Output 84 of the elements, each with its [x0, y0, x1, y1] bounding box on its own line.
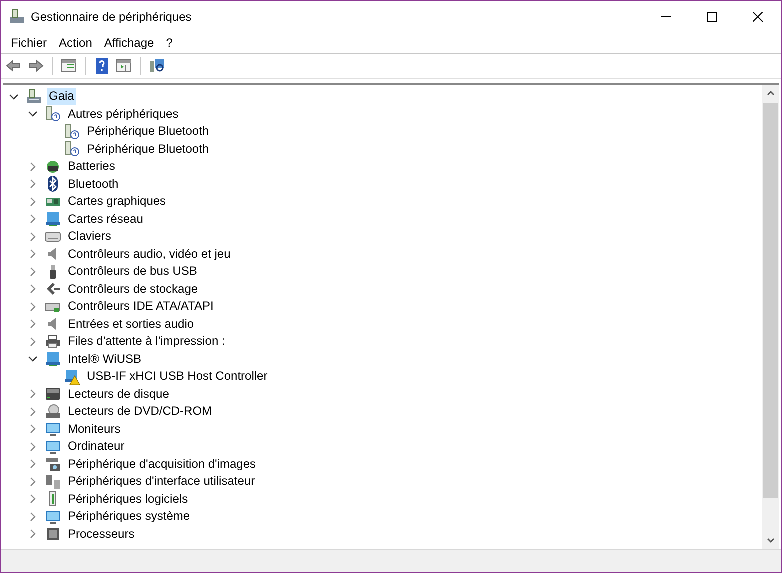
scan-hardware-icon[interactable]	[148, 57, 166, 75]
forward-arrow-icon[interactable]	[27, 57, 45, 75]
menu-item[interactable]: Action	[53, 34, 98, 52]
tree-item[interactable]: Cartes graphiques	[66, 193, 168, 210]
chevron-right-icon[interactable]	[28, 476, 38, 487]
printer-icon	[45, 334, 61, 350]
chevron-right-icon[interactable]	[28, 512, 38, 522]
tree-item[interactable]: Contrôleurs IDE ATA/ATAPI	[66, 298, 216, 316]
tree-item[interactable]: Bluetooth	[66, 176, 121, 193]
network-adapter-icon	[45, 351, 61, 368]
chevron-right-icon[interactable]	[28, 459, 38, 470]
back-arrow-icon[interactable]	[5, 57, 23, 75]
tree-item[interactable]: Intel® WiUSB	[66, 350, 144, 368]
processor-icon	[45, 526, 61, 542]
tree-item[interactable]: Contrôleurs audio, vidéo et jeu	[66, 246, 233, 263]
chevron-right-icon[interactable]	[28, 232, 38, 242]
tree-item[interactable]: Gaia	[47, 88, 76, 106]
computer-icon	[26, 88, 42, 105]
monitor-icon	[45, 421, 61, 438]
dvd-drive-icon	[45, 404, 61, 420]
chevron-right-icon[interactable]	[28, 442, 38, 452]
chevron-right-icon[interactable]	[28, 249, 38, 260]
tree-item[interactable]: Entrées et sorties audio	[66, 316, 196, 333]
chevron-right-icon[interactable]	[28, 406, 38, 417]
tree-item[interactable]: Périphériques système	[66, 508, 192, 526]
window-title: Gestionnaire de périphériques	[31, 10, 192, 24]
chevron-right-icon[interactable]	[28, 179, 38, 190]
disk-drive-icon	[45, 386, 61, 402]
tree-item[interactable]: Moniteurs	[66, 420, 123, 438]
chevron-right-icon[interactable]	[28, 389, 38, 400]
tree-item[interactable]: Contrôleurs de bus USB	[66, 263, 200, 280]
chevron-right-icon[interactable]	[28, 214, 38, 224]
tree-item[interactable]: Périphériques d'interface utilisateur	[66, 473, 258, 490]
menu-item[interactable]: Affichage	[98, 34, 160, 52]
tree-item[interactable]: Périphériques logiciels	[66, 490, 190, 508]
chevron-right-icon[interactable]	[28, 424, 38, 434]
tree-item[interactable]: Lecteurs de DVD/CD-ROM	[66, 403, 214, 420]
device-question-icon	[64, 124, 80, 140]
chevron-right-icon[interactable]	[28, 494, 38, 504]
chevron-down-icon[interactable]	[28, 354, 38, 364]
device-manager-icon	[9, 8, 25, 24]
chevron-right-icon[interactable]	[28, 336, 38, 347]
chevron-down-icon[interactable]	[9, 92, 19, 102]
scrollbar-thumb[interactable]	[763, 103, 778, 498]
tree-item[interactable]: USB-IF xHCI USB Host Controller	[85, 368, 270, 386]
device-question-icon	[64, 141, 80, 158]
tree-item[interactable]: Files d'attente à l'impression :	[66, 333, 228, 350]
chevron-right-icon[interactable]	[28, 266, 38, 277]
bluetooth-icon	[45, 176, 61, 192]
tree-item[interactable]: Lecteurs de disque	[66, 386, 172, 403]
console-tree-icon[interactable]	[60, 57, 78, 75]
chevron-right-icon[interactable]	[28, 319, 38, 330]
action-pane-icon[interactable]	[115, 57, 133, 75]
tree-item[interactable]: Cartes réseau	[66, 210, 146, 228]
close-icon[interactable]	[753, 12, 763, 22]
tree-item[interactable]: Contrôleurs de stockage	[66, 280, 200, 298]
menu-item[interactable]: ?	[160, 34, 179, 52]
device-question-icon	[45, 106, 61, 122]
storage-controller-icon	[45, 281, 61, 298]
chevron-right-icon[interactable]	[28, 529, 38, 540]
tree-item[interactable]: Ordinateur	[66, 438, 127, 456]
tree-item[interactable]: Batteries	[66, 158, 118, 176]
help-icon[interactable]	[93, 57, 111, 75]
maximize-icon[interactable]	[707, 12, 717, 22]
input-device-icon	[45, 474, 61, 490]
tree-item[interactable]: Processeurs	[66, 526, 137, 543]
chevron-right-icon[interactable]	[28, 196, 38, 207]
chevron-down-icon[interactable]	[28, 109, 38, 120]
warning-device-icon	[64, 368, 80, 385]
tree-item[interactable]: Périphérique Bluetooth	[85, 140, 212, 158]
vertical-scrollbar[interactable]	[762, 85, 779, 549]
tree-item[interactable]: Autres périphériques	[66, 106, 181, 123]
tree-item[interactable]: Claviers	[66, 228, 114, 246]
monitor-icon	[45, 508, 61, 525]
tree-item[interactable]: Périphérique d'acquisition d'images	[66, 456, 258, 473]
network-adapter-icon	[45, 211, 61, 228]
menu-item[interactable]: Fichier	[5, 34, 54, 52]
battery-icon	[45, 158, 61, 175]
scanner-camera-icon	[45, 456, 61, 472]
chevron-right-icon[interactable]	[28, 162, 38, 172]
tree-item[interactable]: Périphérique Bluetooth	[85, 123, 212, 140]
chevron-right-icon[interactable]	[28, 302, 38, 312]
monitor-icon	[45, 438, 61, 455]
chevron-right-icon[interactable]	[28, 284, 38, 294]
